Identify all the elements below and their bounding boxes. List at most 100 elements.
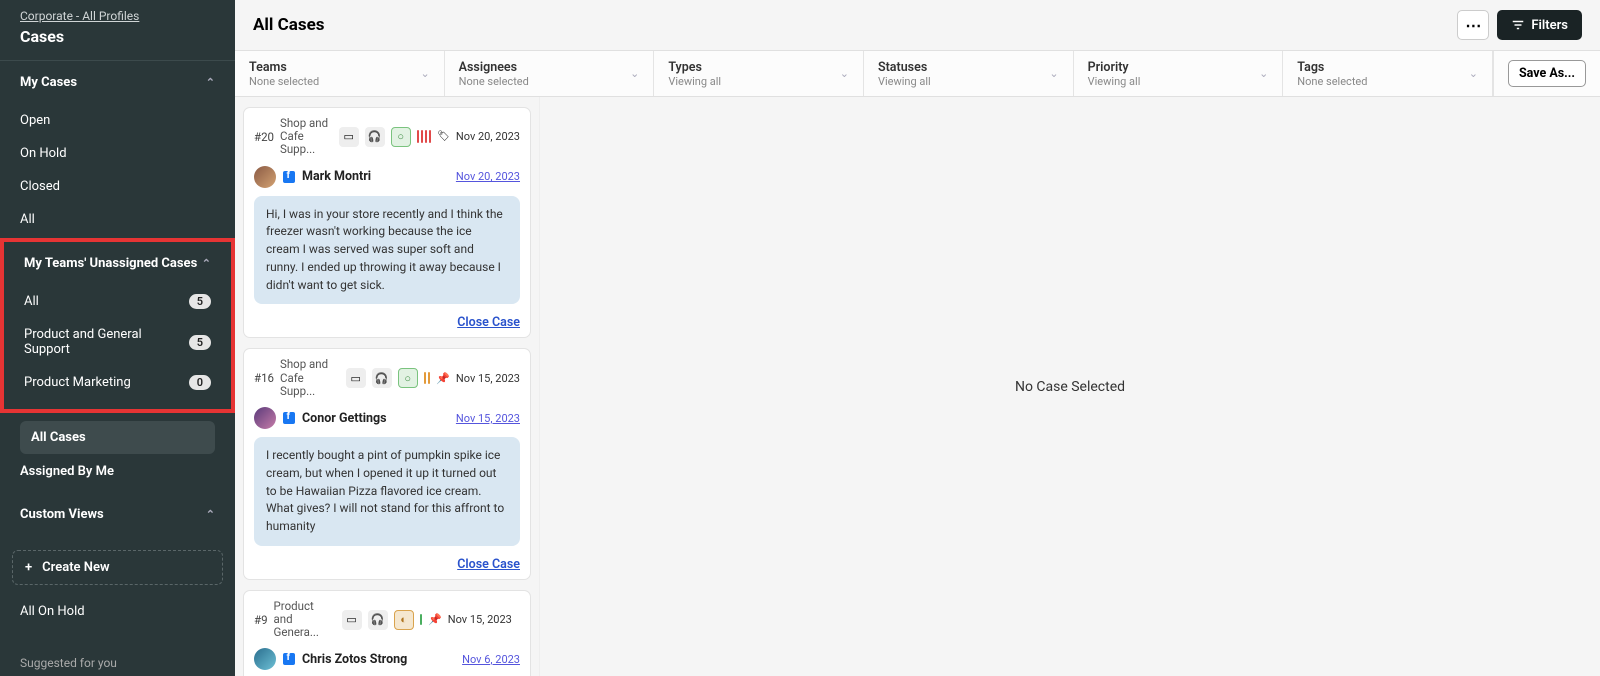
- priority-bars-icon: [420, 614, 423, 625]
- close-case-link[interactable]: Close Case: [457, 315, 520, 330]
- facebook-icon: [283, 412, 295, 424]
- count-badge: 5: [189, 294, 211, 309]
- headset-icon: 🎧: [365, 127, 385, 147]
- case-number: #9: [254, 613, 268, 627]
- note-icon: ▭: [346, 368, 366, 388]
- username: Chris Zotos Strong: [302, 652, 407, 667]
- pin-icon: 📌: [428, 613, 442, 626]
- username: Mark Montri: [302, 169, 371, 184]
- unassigned-section-highlight: My Teams' Unassigned Cases ⌃ All 5 Produ…: [0, 238, 235, 413]
- unassigned-all[interactable]: All 5: [4, 285, 231, 318]
- filter-icon: [1511, 18, 1525, 32]
- username: Conor Gettings: [302, 411, 387, 426]
- message-bubble: I recently bought a pint of pumpkin spik…: [254, 437, 520, 546]
- filter-tags[interactable]: TagsNone selected ⌄: [1283, 51, 1493, 96]
- count-badge: 5: [189, 335, 211, 350]
- chevron-up-icon: ⌃: [206, 508, 215, 521]
- chevron-up-icon: ⌃: [202, 257, 211, 270]
- filter-types[interactable]: TypesViewing all ⌄: [654, 51, 864, 96]
- suggested-label: Suggested for you: [0, 652, 235, 676]
- ellipsis-icon: ⋯: [1465, 16, 1481, 35]
- nav-on-hold[interactable]: On Hold: [0, 137, 235, 170]
- nav-assigned-by-me[interactable]: Assigned By Me: [0, 454, 235, 493]
- filter-priority[interactable]: PriorityViewing all ⌄: [1074, 51, 1284, 96]
- case-number: #20: [254, 130, 274, 144]
- case-card[interactable]: #16 Shop and Cafe Supp... ▭ 🎧 ○ 📌 Nov 15…: [243, 348, 531, 579]
- main: All Cases ⋯ Filters TeamsNone selected ⌄…: [235, 0, 1600, 676]
- nav-all-on-hold[interactable]: All On Hold: [0, 595, 235, 628]
- chevron-down-icon: ⌄: [420, 67, 429, 80]
- message-date-link[interactable]: Nov 15, 2023: [456, 412, 520, 425]
- message-bubble: Hi, I was in your store recently and I t…: [254, 196, 520, 305]
- avatar: [254, 407, 276, 429]
- card-header: #9 Product and Genera... ▭ 🎧 ◐ 📌 Nov 15,…: [254, 600, 520, 640]
- more-button[interactable]: ⋯: [1457, 10, 1489, 40]
- content-area: #20 Shop and Cafe Supp... ▭ 🎧 ○ 🏷 Nov 20…: [235, 97, 1600, 676]
- card-header: #20 Shop and Cafe Supp... ▭ 🎧 ○ 🏷 Nov 20…: [254, 117, 520, 157]
- page-title: All Cases: [253, 15, 325, 35]
- case-list[interactable]: #20 Shop and Cafe Supp... ▭ 🎧 ○ 🏷 Nov 20…: [235, 97, 540, 676]
- status-icon: ○: [391, 127, 411, 147]
- create-new-button[interactable]: + Create New: [12, 550, 223, 585]
- my-cases-label: My Cases: [20, 75, 77, 90]
- case-number: #16: [254, 371, 274, 385]
- chevron-down-icon: ⌄: [1049, 67, 1058, 80]
- case-card[interactable]: #9 Product and Genera... ▭ 🎧 ◐ 📌 Nov 15,…: [243, 590, 531, 676]
- card-user-row: Mark Montri Nov 20, 2023: [254, 166, 520, 188]
- avatar: [254, 648, 276, 670]
- card-date: Nov 15, 2023: [448, 613, 512, 626]
- unassigned-product-support[interactable]: Product and General Support 5: [4, 318, 231, 366]
- my-cases-section[interactable]: My Cases ⌃: [0, 61, 235, 104]
- department-chip: Shop and Cafe Supp...: [280, 117, 333, 157]
- sidebar-title: Cases: [20, 27, 215, 46]
- message-date-link[interactable]: Nov 6, 2023: [462, 653, 520, 666]
- header: All Cases ⋯ Filters: [235, 0, 1600, 51]
- message-date-link[interactable]: Nov 20, 2023: [456, 170, 520, 183]
- filter-bar: TeamsNone selected ⌄ AssigneesNone selec…: [235, 51, 1600, 97]
- nav-all[interactable]: All: [0, 203, 235, 236]
- status-icon: ◐: [394, 610, 414, 630]
- note-icon: ▭: [339, 127, 359, 147]
- filters-button[interactable]: Filters: [1497, 10, 1582, 40]
- breadcrumb[interactable]: Corporate - All Profiles: [20, 9, 215, 23]
- card-header: #16 Shop and Cafe Supp... ▭ 🎧 ○ 📌 Nov 15…: [254, 358, 520, 398]
- nav-closed[interactable]: Closed: [0, 170, 235, 203]
- department-chip: Product and Genera...: [274, 600, 336, 640]
- card-user-row: Conor Gettings Nov 15, 2023: [254, 407, 520, 429]
- nav-open[interactable]: Open: [0, 104, 235, 137]
- header-actions: ⋯ Filters: [1457, 10, 1582, 40]
- card-user-row: Chris Zotos Strong Nov 6, 2023: [254, 648, 520, 670]
- plus-icon: +: [25, 560, 32, 575]
- empty-state-text: No Case Selected: [1015, 379, 1125, 395]
- custom-views-section[interactable]: Custom Views ⌃: [0, 493, 235, 536]
- unassigned-label: My Teams' Unassigned Cases: [24, 256, 197, 271]
- unassigned-section-header[interactable]: My Teams' Unassigned Cases ⌃: [4, 242, 231, 285]
- chevron-down-icon: ⌄: [840, 67, 849, 80]
- department-chip: Shop and Cafe Supp...: [280, 358, 340, 398]
- chevron-down-icon: ⌄: [1259, 67, 1268, 80]
- unassigned-product-marketing[interactable]: Product Marketing 0: [4, 366, 231, 399]
- filter-teams[interactable]: TeamsNone selected ⌄: [235, 51, 445, 96]
- avatar: [254, 166, 276, 188]
- priority-bars-icon: [424, 372, 431, 384]
- priority-bars-icon: [417, 130, 432, 143]
- filter-statuses[interactable]: StatusesViewing all ⌄: [864, 51, 1074, 96]
- chevron-down-icon: ⌄: [1469, 67, 1478, 80]
- case-card[interactable]: #20 Shop and Cafe Supp... ▭ 🎧 ○ 🏷 Nov 20…: [243, 107, 531, 338]
- chevron-down-icon: ⌄: [630, 67, 639, 80]
- tag-icon: 🏷: [437, 131, 450, 142]
- headset-icon: 🎧: [372, 368, 392, 388]
- note-icon: ▭: [342, 610, 362, 630]
- save-as-cell: Save As...: [1493, 51, 1600, 96]
- count-badge: 0: [189, 375, 211, 390]
- facebook-icon: [283, 653, 295, 665]
- nav-all-cases[interactable]: All Cases: [20, 421, 215, 454]
- case-detail-panel: No Case Selected: [540, 97, 1600, 676]
- card-date: Nov 15, 2023: [456, 372, 520, 385]
- close-case-link[interactable]: Close Case: [457, 557, 520, 572]
- pin-icon: 📌: [436, 372, 450, 385]
- filter-assignees[interactable]: AssigneesNone selected ⌄: [445, 51, 655, 96]
- sidebar-header: Corporate - All Profiles Cases: [0, 0, 235, 61]
- sidebar: Corporate - All Profiles Cases My Cases …: [0, 0, 235, 676]
- save-as-button[interactable]: Save As...: [1508, 60, 1586, 87]
